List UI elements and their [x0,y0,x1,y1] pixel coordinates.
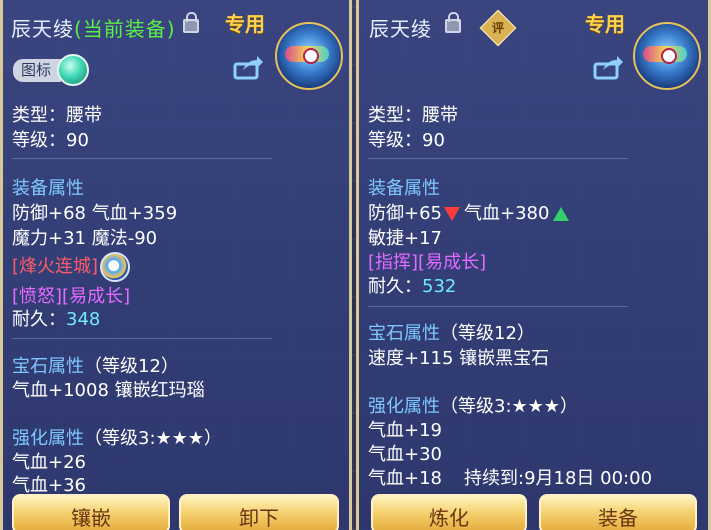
current-equip-tag: (当前装备) [74,17,176,41]
attr-line: 防御+68 气血+359 [12,203,178,224]
exclusive-badge: 专用 [585,12,625,36]
enhance-line-with-duration: 气血+18 持续到:9月18日 00:00 [368,464,652,490]
enhance-line: 气血+30 [368,444,442,465]
item-tags: [指挥][易成长] [368,252,487,273]
divider [12,338,272,339]
enhance-attr-header: 强化属性 [368,396,440,417]
enhance-attr-row: 强化属性（等级3:★★★） [12,424,222,450]
durability-value: 532 [422,276,457,297]
special-skill-name[interactable]: [烽火连城] [12,256,98,277]
item-name: 辰天绫 [369,17,432,41]
gem-level: （等级12） [440,323,535,344]
hp-value: 气血+380 [464,203,550,224]
enhance-level: （等级3:★★★） [84,428,222,449]
durability-row: 耐久：532 [368,272,456,298]
item-title: 辰天绫(当前装备) [11,13,176,42]
attr-line-compare: 防御+65 气血+380 [368,199,570,225]
enhance-attr-header: 强化属性 [12,428,84,449]
duration-text: 持续到:9月18日 00:00 [464,468,653,489]
enhance-line: 气血+19 [368,420,442,441]
durability-row: 耐久：348 [12,305,100,331]
attr-line: 敏捷+17 [368,228,442,249]
current-equipment-panel: 辰天绫(当前装备) 专用 图标 类型：腰带 等级：90 装备属性 防御+68 气… [0,0,352,530]
inlay-button[interactable]: 镶嵌 [12,494,170,530]
divider [368,158,628,159]
icon-toggle-label: 图标 [13,58,62,82]
special-skill-row: [烽火连城] [12,252,131,282]
equip-attr-header: 装备属性 [12,178,84,199]
defense-value: 防御+65 [368,203,442,224]
equip-button[interactable]: 装备 [539,494,697,530]
exclusive-badge: 专用 [225,12,265,36]
durability-value: 348 [66,309,101,330]
lock-icon[interactable] [183,12,199,33]
equipment-belt-icon [633,22,701,90]
arrow-down-icon [444,207,460,221]
enhance-line: 气血+18 [368,468,442,489]
equipment-belt-icon [275,22,343,90]
arrow-up-icon [553,207,570,221]
level-line: 等级：90 [12,130,89,151]
attr-line: 魔力+31 魔法-90 [12,228,158,249]
gem-attr-row: 宝石属性（等级12） [12,352,179,378]
gem-attr-row: 宝石属性（等级12） [368,319,535,345]
enhance-attr-row: 强化属性（等级3:★★★） [368,392,578,418]
divider [368,306,628,307]
divider [12,158,272,159]
gem-level: （等级12） [84,356,179,377]
item-name: 辰天绫 [11,17,74,41]
evaluate-badge-icon[interactable]: 评 [479,9,517,47]
icon-toggle[interactable]: 图标 [13,54,90,86]
item-title: 辰天绫 [369,13,432,42]
compare-equipment-panel: 辰天绫 评 专用 类型：腰带 等级：90 装备属性 防御+65 气血+380 敏捷… [356,0,711,530]
gem-line: 速度+115 镶嵌黑宝石 [368,348,550,369]
gem-attr-header: 宝石属性 [12,356,84,377]
level-line: 等级：90 [368,130,445,151]
refine-button[interactable]: 炼化 [371,494,527,530]
toggle-knob-icon [57,54,90,86]
gem-attr-header: 宝石属性 [368,323,440,344]
equip-attr-header: 装备属性 [368,178,440,199]
gem-line: 气血+1008 镶嵌红玛瑙 [12,380,205,401]
durability-label: 耐久： [12,309,66,330]
lock-icon[interactable] [445,12,461,33]
share-icon[interactable] [593,56,623,80]
unequip-button[interactable]: 卸下 [179,494,339,530]
share-icon[interactable] [233,56,263,80]
type-line: 类型：腰带 [368,105,458,126]
durability-label: 耐久： [368,276,422,297]
enhance-level: （等级3:★★★） [440,396,578,417]
type-line: 类型：腰带 [12,105,102,126]
skill-icon[interactable] [100,252,131,282]
